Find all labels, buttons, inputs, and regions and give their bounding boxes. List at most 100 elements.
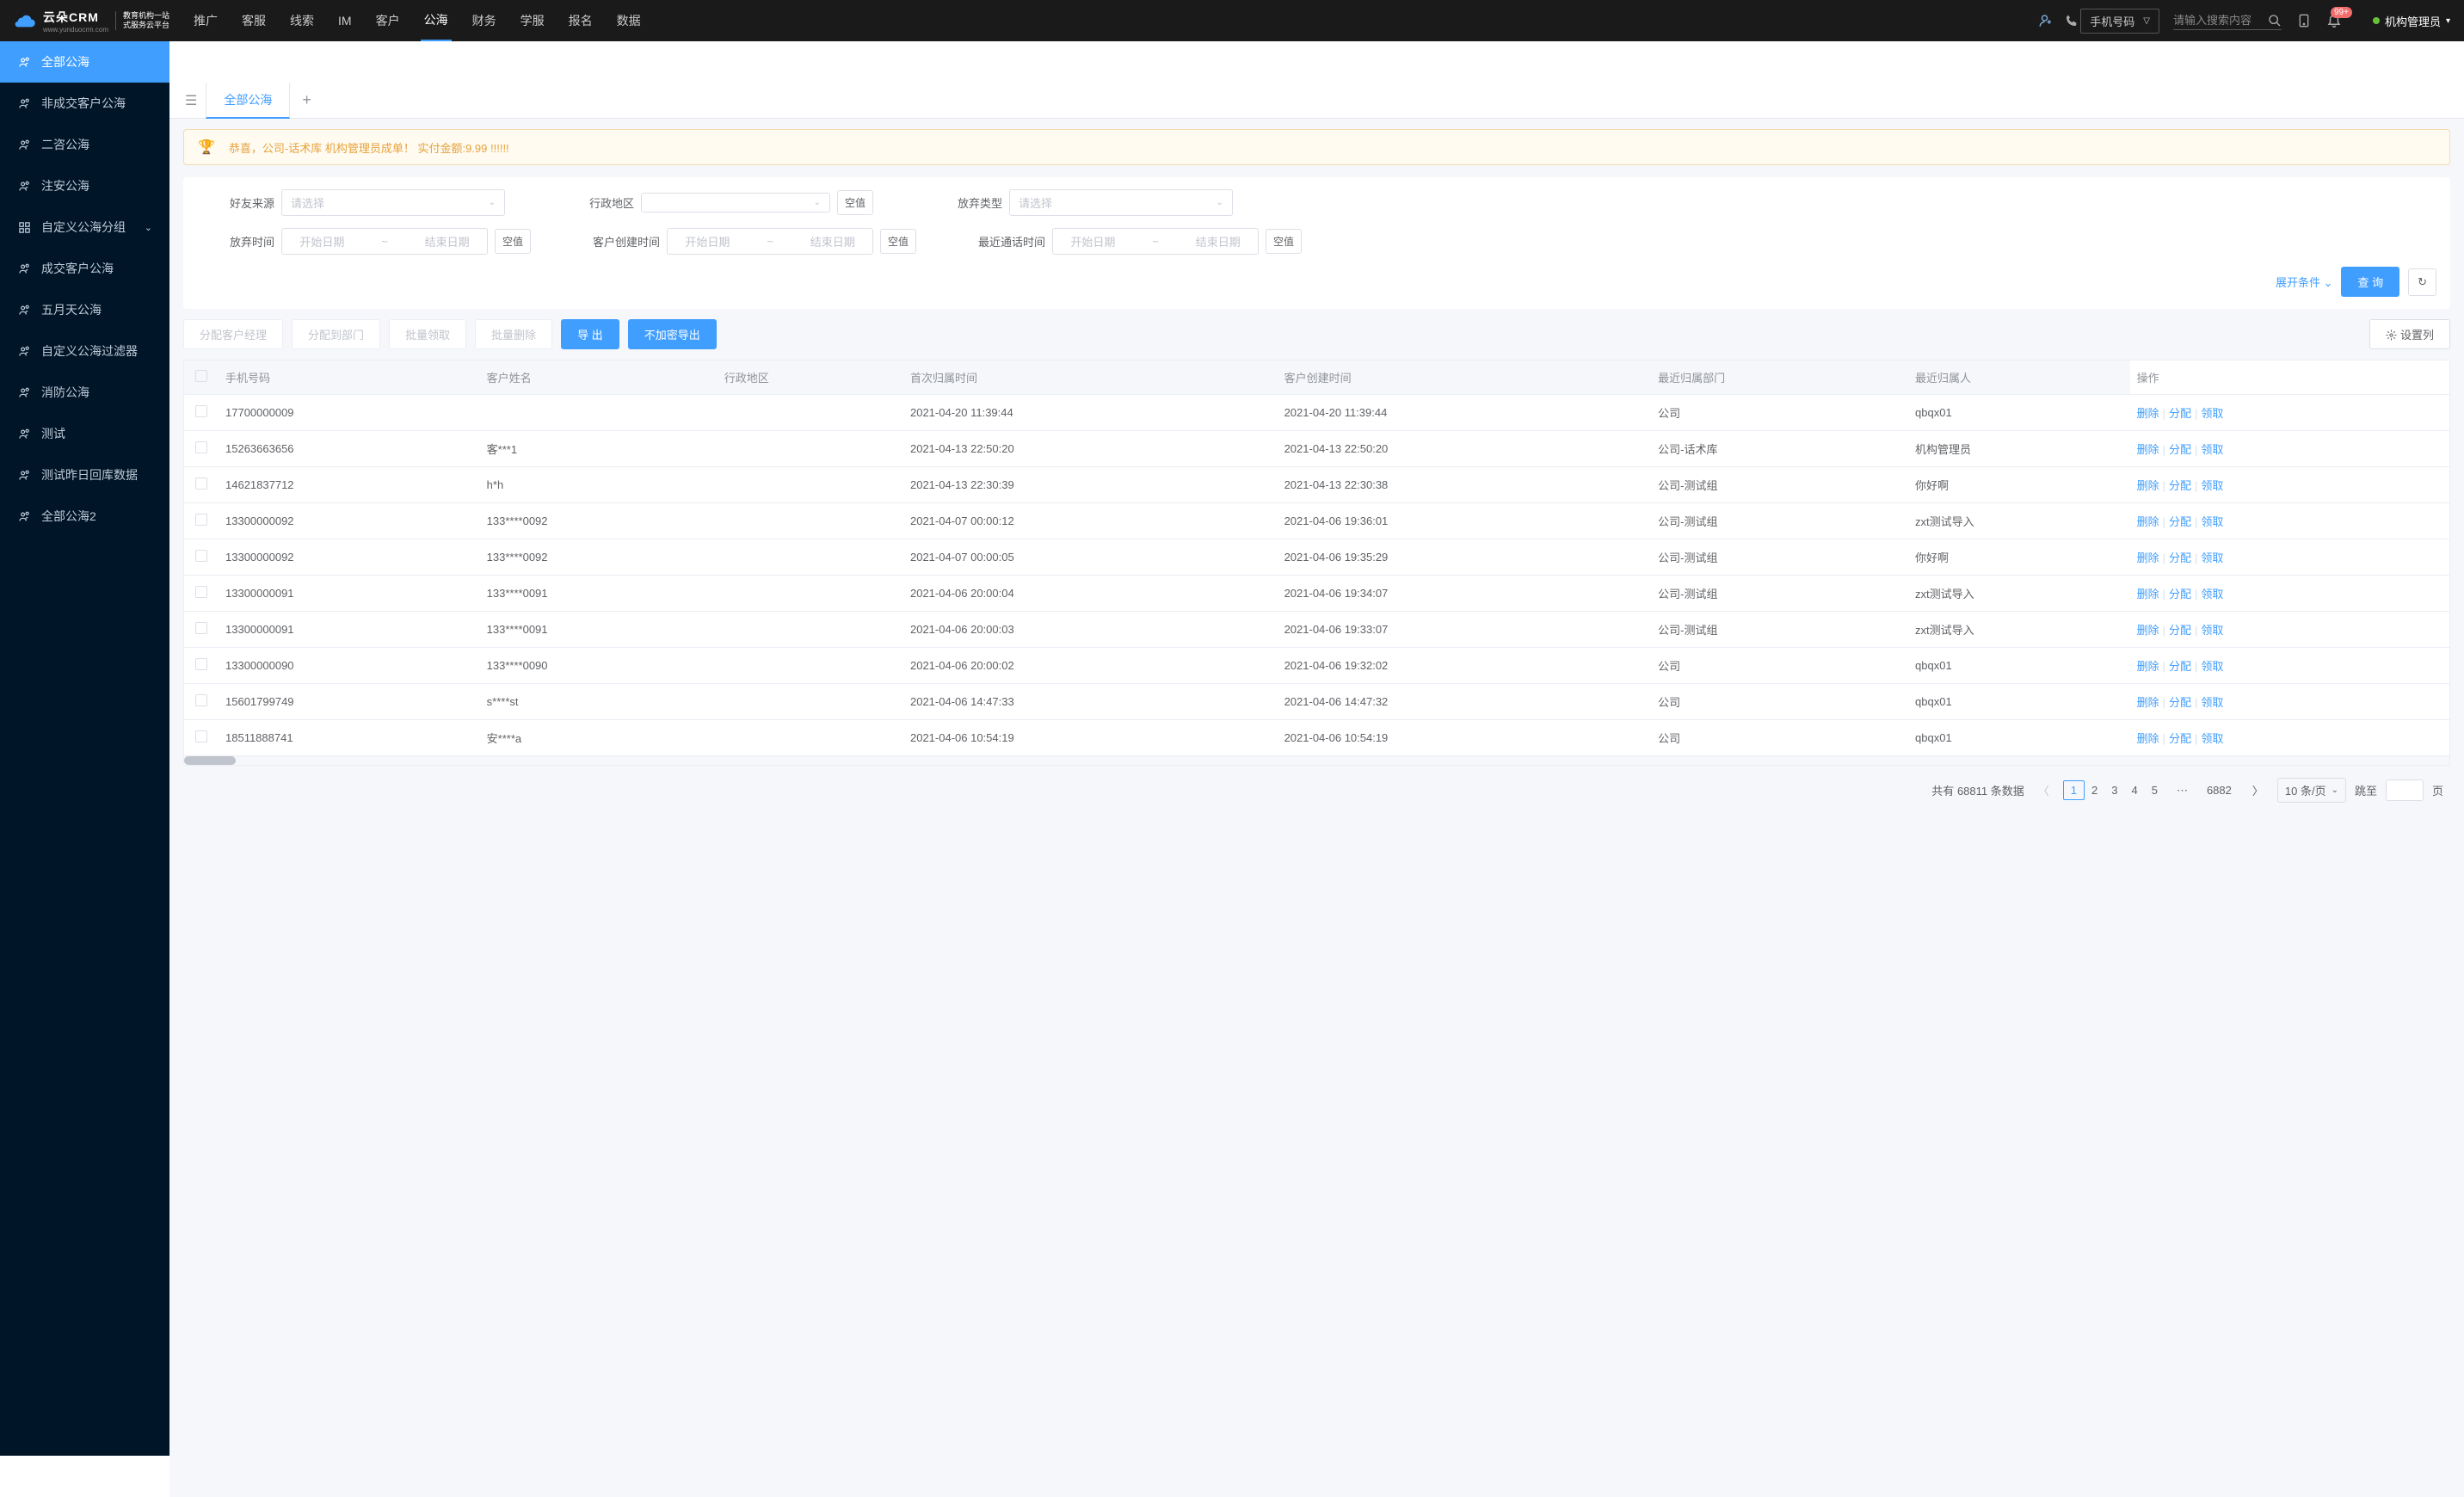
sidebar-item[interactable]: 全部公海2	[0, 496, 169, 537]
notifications-button[interactable]: 99+	[2326, 12, 2342, 30]
sidebar-item[interactable]: 非成交客户公海	[0, 83, 169, 124]
claim-link[interactable]: 领取	[2201, 407, 2223, 420]
delete-link[interactable]: 删除	[2137, 515, 2159, 528]
tab-all-public[interactable]: 全部公海	[206, 83, 290, 119]
nav-item[interactable]: 学服	[517, 0, 548, 41]
friend-source-select[interactable]: 请选择⌄	[281, 189, 505, 216]
nav-item[interactable]: 公海	[421, 0, 452, 41]
claim-link[interactable]: 领取	[2201, 660, 2223, 673]
page-size-select[interactable]: 10 条/页⌄	[2277, 778, 2346, 803]
claim-link[interactable]: 领取	[2201, 732, 2223, 745]
assign-manager-button[interactable]: 分配客户经理	[183, 319, 283, 349]
row-checkbox[interactable]	[195, 586, 207, 598]
row-checkbox[interactable]	[195, 550, 207, 562]
export-button[interactable]: 导 出	[561, 319, 619, 349]
assign-link[interactable]: 分配	[2169, 443, 2191, 456]
sidebar-item[interactable]: 自定义公海过滤器	[0, 330, 169, 372]
add-user-icon[interactable]	[2037, 12, 2054, 29]
sidebar-item[interactable]: 注安公海	[0, 165, 169, 206]
nav-item[interactable]: 线索	[286, 0, 317, 41]
sidebar-item[interactable]: 测试	[0, 413, 169, 454]
nav-item[interactable]: IM	[335, 0, 355, 41]
assign-link[interactable]: 分配	[2169, 407, 2191, 420]
assign-link[interactable]: 分配	[2169, 588, 2191, 601]
prev-page-button[interactable]: 〈	[2033, 782, 2054, 798]
delete-link[interactable]: 删除	[2137, 588, 2159, 601]
sidebar-item[interactable]: 测试昨日回库数据	[0, 454, 169, 496]
row-checkbox[interactable]	[195, 730, 207, 742]
row-checkbox[interactable]	[195, 622, 207, 634]
assign-link[interactable]: 分配	[2169, 624, 2191, 637]
row-checkbox[interactable]	[195, 477, 207, 490]
row-checkbox[interactable]	[195, 514, 207, 526]
sidebar-item[interactable]: 自定义公海分组⌄	[0, 206, 169, 248]
last-page-button[interactable]: 6882	[2200, 781, 2239, 799]
assign-dept-button[interactable]: 分配到部门	[292, 319, 380, 349]
search-input[interactable]	[2173, 14, 2268, 27]
abandon-time-range[interactable]: 开始日期~结束日期	[281, 228, 488, 255]
collapse-menu-icon[interactable]: ☰	[176, 92, 206, 109]
page-number-button[interactable]: 3	[2104, 781, 2124, 799]
claim-link[interactable]: 领取	[2201, 696, 2223, 709]
create-time-range[interactable]: 开始日期~结束日期	[667, 228, 873, 255]
batch-claim-button[interactable]: 批量领取	[389, 319, 466, 349]
nav-item[interactable]: 客户	[373, 0, 403, 41]
delete-link[interactable]: 删除	[2137, 696, 2159, 709]
export-plain-button[interactable]: 不加密导出	[628, 319, 717, 349]
delete-link[interactable]: 删除	[2137, 407, 2159, 420]
page-number-button[interactable]: 4	[2124, 781, 2144, 799]
nav-item[interactable]: 推广	[190, 0, 221, 41]
claim-link[interactable]: 领取	[2201, 443, 2223, 456]
phone-icon[interactable]	[2063, 12, 2080, 29]
query-button[interactable]: 查 询	[2341, 267, 2399, 297]
claim-link[interactable]: 领取	[2201, 479, 2223, 492]
set-columns-button[interactable]: 设置列	[2369, 319, 2450, 349]
nav-item[interactable]: 数据	[613, 0, 644, 41]
assign-link[interactable]: 分配	[2169, 696, 2191, 709]
sidebar-item[interactable]: 二咨公海	[0, 124, 169, 165]
search-icon[interactable]	[2268, 14, 2282, 28]
null-button[interactable]: 空值	[880, 229, 916, 254]
user-menu[interactable]: 机构管理员 ▾	[2373, 13, 2450, 29]
nav-item[interactable]: 报名	[565, 0, 596, 41]
delete-link[interactable]: 删除	[2137, 443, 2159, 456]
admin-region-select[interactable]: ⌄	[641, 193, 830, 213]
page-number-button[interactable]: 2	[2085, 781, 2104, 799]
null-button[interactable]: 空值	[495, 229, 531, 254]
nav-item[interactable]: 财务	[469, 0, 500, 41]
row-checkbox[interactable]	[195, 694, 207, 706]
next-page-button[interactable]: 〉	[2247, 782, 2269, 798]
page-number-button[interactable]: 1	[2063, 780, 2085, 800]
delete-link[interactable]: 删除	[2137, 479, 2159, 492]
refresh-button[interactable]: ↻	[2408, 268, 2436, 296]
select-all-checkbox[interactable]	[195, 370, 207, 382]
sidebar-item[interactable]: 全部公海	[0, 41, 169, 83]
page-number-button[interactable]: 5	[2145, 781, 2165, 799]
delete-link[interactable]: 删除	[2137, 660, 2159, 673]
claim-link[interactable]: 领取	[2201, 624, 2223, 637]
delete-link[interactable]: 删除	[2137, 624, 2159, 637]
abandon-type-select[interactable]: 请选择⌄	[1009, 189, 1233, 216]
batch-delete-button[interactable]: 批量删除	[475, 319, 552, 349]
nav-item[interactable]: 客服	[238, 0, 269, 41]
horizontal-scrollbar[interactable]	[184, 756, 2449, 765]
assign-link[interactable]: 分配	[2169, 660, 2191, 673]
jump-page-input[interactable]	[2386, 779, 2424, 801]
last-call-range[interactable]: 开始日期~结束日期	[1052, 228, 1259, 255]
assign-link[interactable]: 分配	[2169, 479, 2191, 492]
delete-link[interactable]: 删除	[2137, 732, 2159, 745]
claim-link[interactable]: 领取	[2201, 551, 2223, 564]
sidebar-item[interactable]: 五月天公海	[0, 289, 169, 330]
delete-link[interactable]: 删除	[2137, 551, 2159, 564]
add-tab-icon[interactable]: +	[290, 91, 323, 109]
row-checkbox[interactable]	[195, 658, 207, 670]
scrollbar-thumb[interactable]	[184, 756, 236, 765]
expand-filters-link[interactable]: 展开条件 ⌄	[2276, 274, 2333, 290]
assign-link[interactable]: 分配	[2169, 551, 2191, 564]
sidebar-item[interactable]: 成交客户公海	[0, 248, 169, 289]
assign-link[interactable]: 分配	[2169, 732, 2191, 745]
null-button[interactable]: 空值	[837, 190, 873, 215]
assign-link[interactable]: 分配	[2169, 515, 2191, 528]
claim-link[interactable]: 领取	[2201, 588, 2223, 601]
claim-link[interactable]: 领取	[2201, 515, 2223, 528]
